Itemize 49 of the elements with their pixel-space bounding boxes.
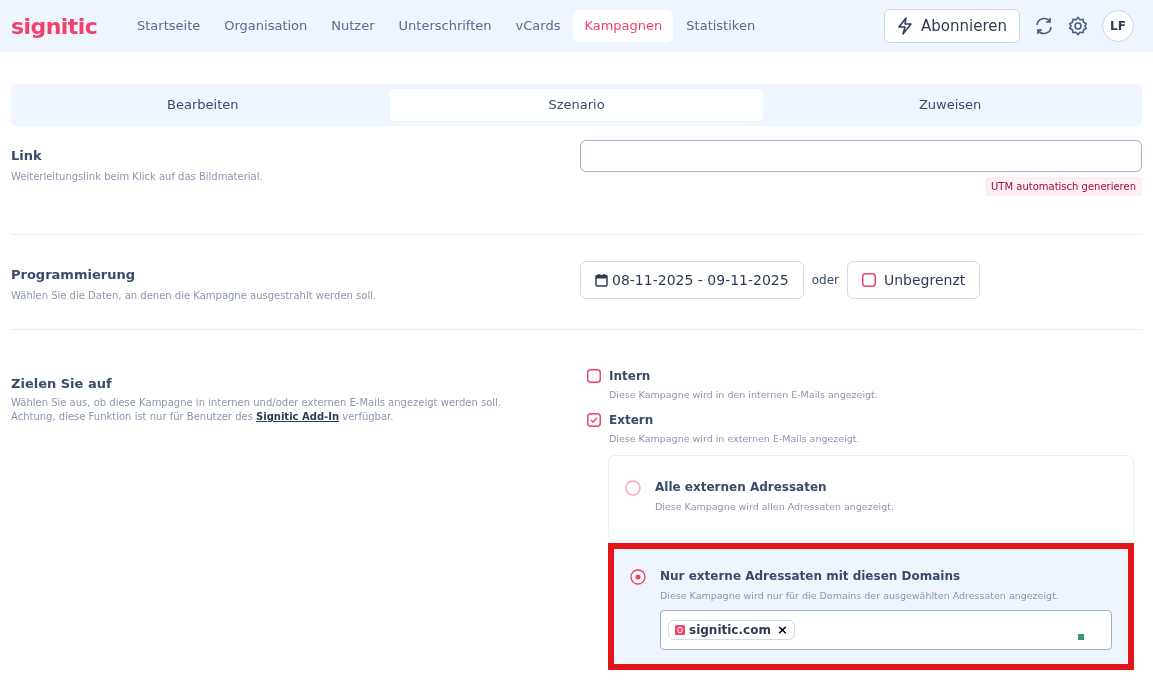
option-description: Diese Kampagne wird allen Adressaten angezeigt.	[655, 500, 895, 514]
radio-selected-icon	[630, 569, 646, 586]
tab[interactable]: Szenario	[389, 89, 764, 121]
radio-option-card[interactable]: Alle externen Adressaten Diese Kampagne wird allen Adressaten angezeigt.	[608, 455, 1134, 542]
nav-tab[interactable]: Unterschriften	[387, 10, 503, 42]
unlimited-checkbox[interactable]: Unbegrenzt	[846, 261, 981, 300]
domain-text: signitic.com	[689, 621, 771, 639]
avatar[interactable]: LF	[1102, 10, 1134, 42]
or-label: oder	[810, 272, 840, 290]
nav-tab[interactable]: vCards	[504, 10, 572, 42]
nav-tab[interactable]: Kampagnen	[573, 10, 674, 42]
radio-icon	[625, 480, 641, 496]
section-description: Wählen Sie aus, ob diese Kampagne in internen und/oder externen E-Mails angezeigt werden soll.	[11, 396, 503, 410]
section-note: Achtung, diese Funktion ist nur für Benutzer des Signitic Add-In verfügbar.	[11, 410, 395, 424]
section-title: Zielen Sie auf	[11, 374, 113, 393]
checkbox-description: Diese Kampagne wird in externen E-Mails angezeigt.	[609, 431, 860, 446]
logo-icon	[675, 624, 685, 635]
option-label: Alle externen Adressaten	[655, 479, 828, 496]
checkbox-icon	[861, 273, 876, 288]
date-range-picker[interactable]: 08-11-2025 - 09-11-2025	[580, 261, 804, 300]
radio-option-card[interactable]: Nur externe Adressaten mit diesen Domains Diese Kampagne wird nur für die Domains der ausgewählten Adressaten angezeigt. signitic.com ×	[608, 543, 1134, 670]
nav-tab[interactable]: Startseite	[126, 10, 212, 42]
lightning-icon	[897, 17, 914, 35]
checkbox-label[interactable]: Intern	[609, 366, 878, 385]
settings-icon[interactable]	[1068, 16, 1088, 36]
domain-input-field[interactable]: signitic.com ×	[660, 609, 1112, 650]
section-description: Wählen Sie die Daten, an denen die Kampagne ausgestrahlt werden soll.	[11, 288, 378, 303]
utm-generate-button[interactable]: UTM automatisch generieren	[985, 177, 1142, 196]
checkbox-icon	[587, 368, 601, 383]
checkbox-label[interactable]: Extern	[609, 410, 860, 429]
option-description: Diese Kampagne wird nur für die Domains der ausgewählten Adressaten angezeigt.	[660, 589, 1060, 604]
tab[interactable]: Bearbeiten	[16, 89, 390, 121]
calendar-icon	[595, 273, 608, 288]
nav-tab[interactable]: Organisation	[213, 10, 319, 42]
subscribe-button[interactable]: Abonnieren	[884, 9, 1020, 43]
nav-tab[interactable]: Nutzer	[320, 10, 386, 42]
section-title: Programmierung	[11, 266, 136, 284]
section-description: Weiterleitungslink beim Klick auf das Bildmaterial.	[11, 169, 264, 184]
checkbox-checked-icon	[587, 412, 601, 427]
section-title: Link	[11, 147, 43, 165]
link-input-field[interactable]	[580, 140, 1142, 172]
remove-tag-button[interactable]: ×	[776, 623, 788, 636]
refresh-icon[interactable]	[1034, 16, 1054, 36]
status-indicator	[1078, 633, 1084, 640]
nav-tab[interactable]: Statistiken	[675, 10, 767, 42]
add-in-link[interactable]: Signitic Add-In	[256, 411, 340, 422]
option-label: Nur externe Adressaten mit diesen Domains	[660, 568, 962, 586]
tab[interactable]: Zuweisen	[763, 89, 1137, 121]
checkbox-description: Diese Kampagne wird in den internen E-Mails angezeigt.	[609, 387, 878, 402]
